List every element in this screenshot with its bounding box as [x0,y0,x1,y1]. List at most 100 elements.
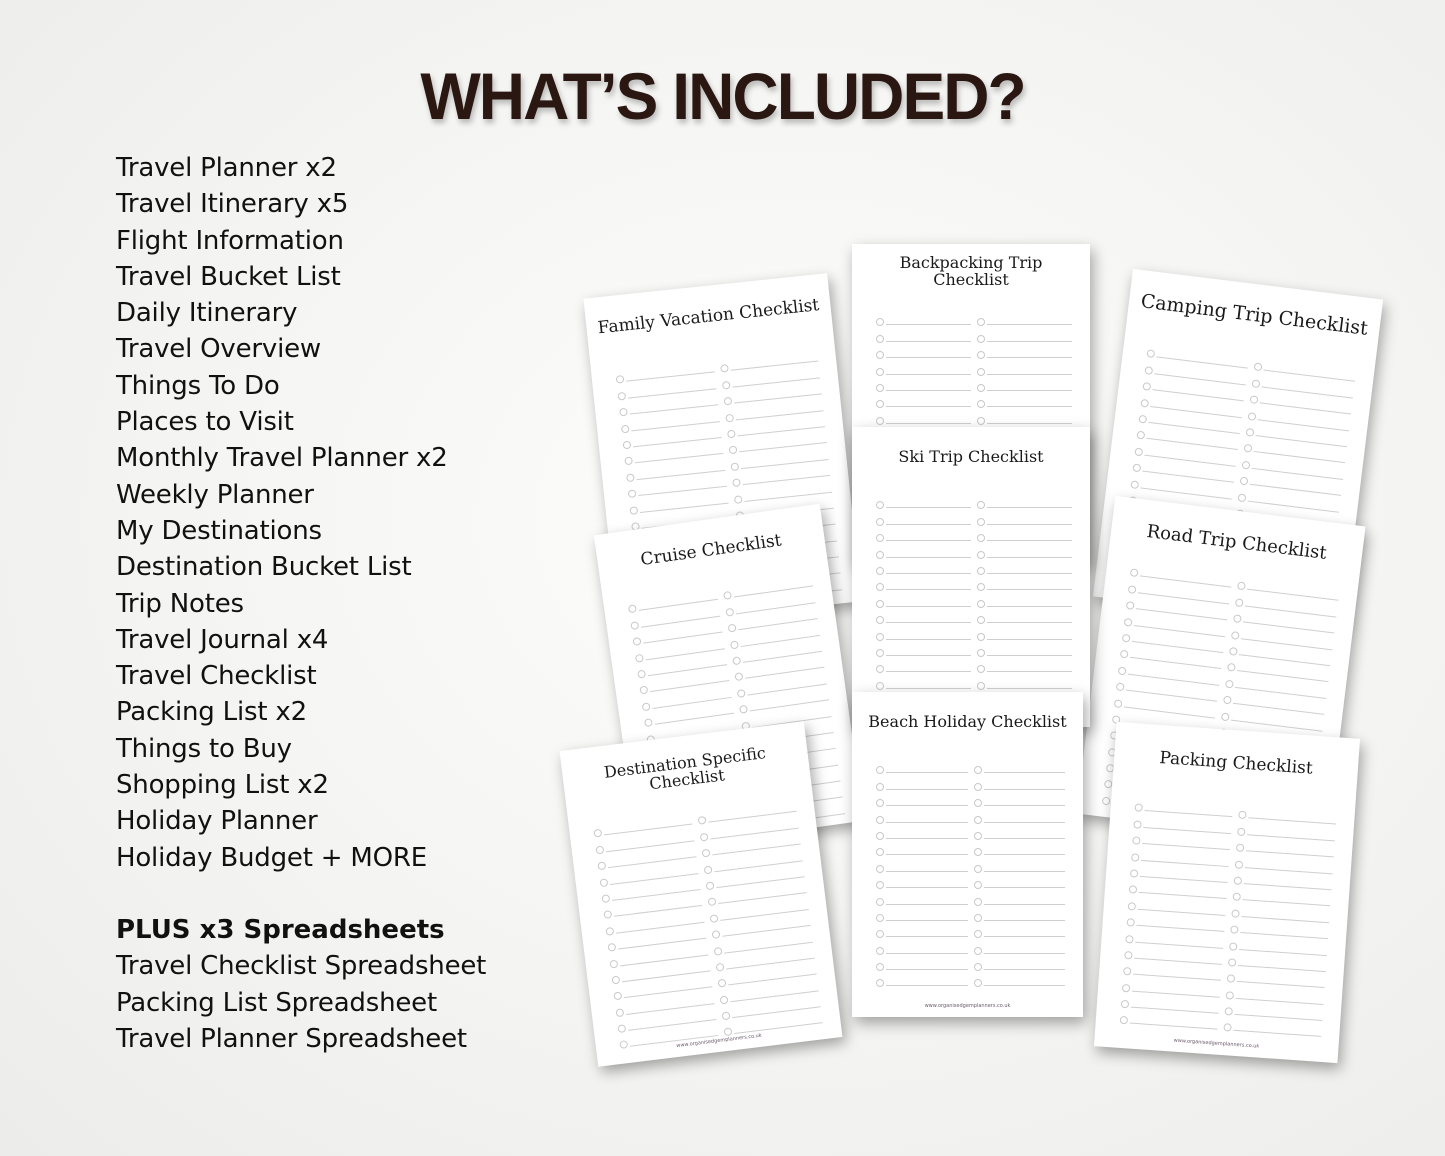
checklist-entry [876,897,968,906]
checklist-entry [876,815,968,824]
write-in-line [886,389,971,391]
checkbox-circle-icon [627,489,637,499]
checkbox-circle-icon [1249,395,1259,405]
sheet-beach-holiday-checklist: Beach Holiday Checklist www.organisedgem… [852,692,1083,1017]
write-in-line [886,572,971,574]
write-in-line [983,903,1065,905]
checkbox-circle-icon [876,351,884,360]
checklist-entry [876,782,968,791]
list-item: Holiday Budget + MORE [116,842,428,873]
checklist-entry [876,930,968,939]
checklist-entry [876,351,971,360]
spreadsheet-item: Travel Checklist Spreadsheet [116,951,487,982]
sheet-packing-checklist: Packing Checklist www.organisedgemplanne… [1093,721,1361,1064]
checkbox-circle-icon [1101,796,1111,806]
list-item: Shopping List x2 [116,770,329,801]
checkbox-circle-icon [593,829,603,838]
checkbox-circle-icon [1121,983,1131,993]
checkbox-circle-icon [1115,682,1125,692]
write-in-line [886,969,968,971]
checkbox-circle-icon [1225,990,1235,1000]
checklist-entry [973,881,1065,890]
checkbox-circle-icon [1121,633,1131,643]
checklist-row [876,624,1072,641]
write-in-line [983,870,1065,872]
checkbox-circle-icon [876,318,884,327]
write-in-line [886,556,971,558]
checkbox-circle-icon [711,930,721,940]
checkbox-circle-icon [699,832,709,842]
checklist-entry [977,334,1072,343]
sheet-title: Ski Trip Checklist [898,447,1044,466]
checkbox-circle-icon [876,681,884,690]
checklist-entry [876,383,971,392]
checklist-entry [977,318,1072,327]
checkbox-circle-icon [876,517,884,526]
write-in-line [983,936,1065,938]
list-item: Daily Itinerary [116,298,298,329]
checkbox-circle-icon [624,456,634,466]
write-in-line [987,572,1072,574]
write-in-line [886,805,968,807]
checklist-entry [876,648,971,657]
checkbox-circle-icon [727,623,737,633]
checkbox-circle-icon [977,632,985,641]
checkbox-circle-icon [630,620,640,630]
checkbox-circle-icon [1129,568,1139,578]
checkbox-circle-icon [615,1008,625,1017]
checklist-entry [973,815,1065,824]
checklist-entry [876,963,968,972]
checklist-entry [876,946,968,955]
write-in-line [987,687,1072,689]
checkbox-circle-icon [876,583,884,592]
list-item: Packing List x2 [116,697,307,728]
checkbox-circle-icon [734,672,744,682]
write-in-line [886,671,971,673]
checkbox-circle-icon [973,831,982,840]
checklist-entry [876,766,968,775]
checkbox-circle-icon [641,702,651,712]
checklist-entry [977,351,1072,360]
write-in-line [983,788,1065,790]
checkbox-circle-icon [1119,649,1129,659]
checkbox-circle-icon [876,930,884,939]
checkbox-circle-icon [876,632,884,641]
checklist-entry [973,930,1065,939]
checklist-row [876,673,1072,690]
checkbox-circle-icon [973,881,982,890]
checkbox-circle-icon [973,897,982,906]
checkbox-circle-icon [977,351,985,360]
checkbox-circle-icon [605,926,615,936]
checkbox-circle-icon [876,946,884,955]
checkbox-circle-icon [701,848,711,858]
checkbox-circle-icon [729,639,739,650]
write-in-line [987,622,1072,624]
write-in-line [886,837,968,839]
spreadsheet-item: Travel Planner Spreadsheet [116,1023,467,1054]
write-in-line [987,540,1072,542]
checkbox-circle-icon [876,766,884,775]
checklist-entry [977,383,1072,392]
checkbox-circle-icon [876,913,884,922]
checkbox-circle-icon [725,607,735,617]
write-in-line [886,406,971,408]
included-items-list: Travel Planner x2 Travel Itinerary x5 Fl… [116,150,448,876]
write-in-line [886,357,971,359]
checklist-entry [977,648,1072,657]
checkbox-circle-icon [625,473,635,482]
checklist-row [876,922,1065,939]
checklist-entry [876,517,971,526]
checkbox-circle-icon [723,591,733,601]
checkbox-circle-icon [973,766,982,775]
list-item: Travel Checklist [116,661,317,692]
checkbox-circle-icon [876,815,884,824]
checkbox-circle-icon [1128,885,1138,895]
write-in-line [886,589,971,591]
checklist-entry [876,318,971,327]
checkbox-circle-icon [721,380,731,390]
checkbox-circle-icon [713,946,723,956]
checklist-entry [973,799,1065,808]
checkbox-circle-icon [1220,711,1230,721]
list-item: Travel Itinerary x5 [116,189,349,220]
checkbox-circle-icon [719,995,729,1005]
